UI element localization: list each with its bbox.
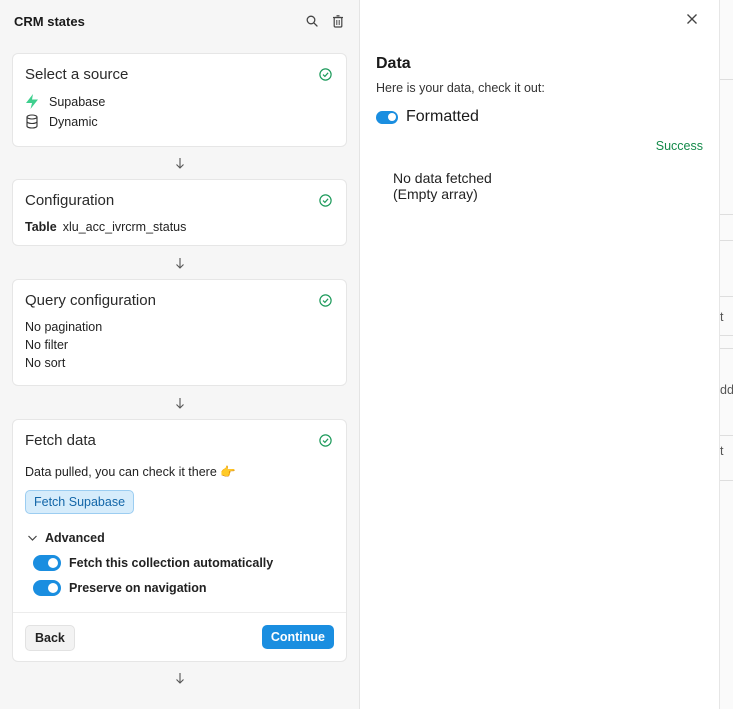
formatted-label: Formatted [406, 108, 479, 125]
empty-state-line: No data fetched [393, 170, 492, 186]
auto-fetch-row: Fetch this collection automatically [33, 555, 273, 571]
divider [720, 335, 733, 336]
header-actions [305, 14, 345, 28]
configuration-card-title: Configuration [25, 192, 115, 209]
formatted-toggle[interactable] [376, 110, 398, 124]
divider [720, 79, 733, 80]
empty-state-line: (Empty array) [393, 186, 478, 202]
divider [720, 214, 733, 215]
check-circle-icon [319, 194, 332, 207]
fetch-card-title: Fetch data [25, 432, 96, 449]
sort-text: No sort [25, 356, 66, 370]
database-icon [26, 114, 38, 129]
data-panel: Data Here is your data, check it out: Fo… [360, 0, 719, 709]
preserve-row: Preserve on navigation [33, 580, 207, 596]
background-page-edge: t dd t [719, 0, 733, 709]
source-card[interactable]: Select a source Supabase Dynamic [12, 53, 347, 147]
back-button[interactable]: Back [25, 625, 75, 651]
data-subtitle: Here is your data, check it out: [376, 81, 545, 95]
source-item-label: Supabase [49, 94, 106, 109]
auto-fetch-toggle[interactable] [33, 555, 61, 571]
source-item-dynamic: Dynamic [25, 114, 98, 129]
fetch-message: Data pulled, you can check it there 👉 [25, 465, 236, 479]
filter-text: No filter [25, 338, 69, 352]
divider [720, 480, 733, 481]
data-title: Data [376, 55, 411, 72]
arrow-down-icon [176, 673, 184, 684]
arrow-down-icon [176, 398, 184, 409]
table-value: xlu_acc_ivrcrm_status [62, 220, 187, 234]
continue-button[interactable]: Continue [261, 625, 334, 649]
check-circle-icon [319, 68, 332, 81]
query-summary: No pagination No filter No sort [25, 318, 102, 372]
left-panel: CRM states Select a source Supabase Dyna… [0, 0, 360, 709]
source-card-title: Select a source [25, 66, 129, 83]
search-icon[interactable] [305, 14, 319, 28]
advanced-toggle[interactable]: Advanced [27, 531, 105, 545]
table-key: Table [25, 220, 57, 234]
check-circle-icon [319, 434, 332, 447]
fetch-card[interactable]: Fetch data Data pulled, you can check it… [12, 419, 347, 662]
source-item-label: Dynamic [49, 114, 98, 129]
divider [720, 348, 733, 349]
fetch-supabase-badge[interactable]: Fetch Supabase [25, 490, 135, 514]
table-setting: Table xlu_acc_ivrcrm_status [25, 220, 186, 234]
divider [720, 435, 733, 436]
preserve-label: Preserve on navigation [69, 581, 207, 595]
query-card[interactable]: Query configuration No pagination No fil… [12, 279, 347, 386]
configuration-card[interactable]: Configuration Table xlu_acc_ivrcrm_status [12, 179, 347, 246]
background-text: t [720, 444, 724, 458]
divider [13, 612, 346, 613]
preserve-toggle[interactable] [33, 580, 61, 596]
trash-icon[interactable] [331, 14, 345, 28]
status-text: Success [655, 139, 703, 153]
chevron-down-icon [28, 535, 37, 541]
divider [720, 240, 733, 241]
check-circle-icon [319, 294, 332, 307]
empty-state: No data fetched (Empty array) [393, 170, 492, 202]
close-icon[interactable] [685, 12, 699, 26]
panel-title: CRM states [14, 13, 85, 29]
supabase-bolt-icon [26, 94, 38, 109]
source-item-supabase: Supabase [25, 94, 105, 109]
pagination-text: No pagination [25, 320, 103, 334]
arrow-down-icon [176, 158, 184, 169]
background-text: dd [720, 383, 733, 397]
auto-fetch-label: Fetch this collection automatically [69, 556, 274, 570]
background-text: t [720, 310, 724, 324]
formatted-row: Formatted [376, 108, 479, 126]
arrow-down-icon [176, 258, 184, 269]
divider [720, 296, 733, 297]
query-card-title: Query configuration [25, 292, 156, 309]
advanced-label: Advanced [45, 531, 105, 545]
left-header: CRM states [0, 0, 359, 42]
